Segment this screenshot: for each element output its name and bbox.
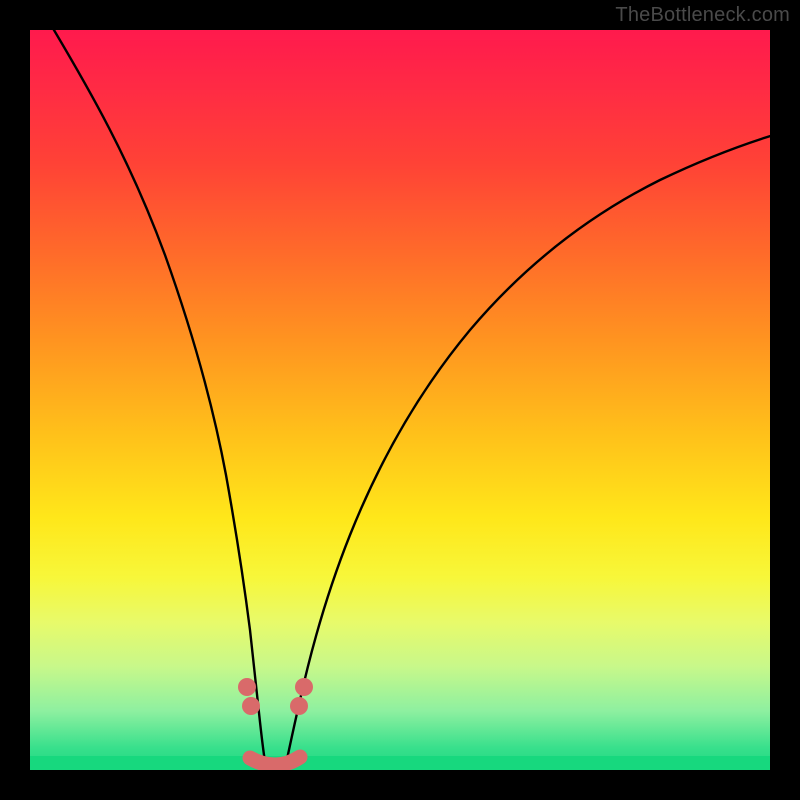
curve-layer — [30, 30, 770, 770]
marker-left-upper — [238, 678, 256, 696]
valley-thick-segment — [250, 757, 300, 765]
watermark-text: TheBottleneck.com — [615, 4, 790, 27]
marker-left-lower — [242, 697, 260, 715]
right-curve — [285, 133, 770, 768]
chart-frame: TheBottleneck.com — [0, 0, 800, 800]
marker-right-lower — [290, 697, 308, 715]
plot-area — [30, 30, 770, 770]
marker-right-upper — [295, 678, 313, 696]
left-curve — [45, 30, 267, 768]
